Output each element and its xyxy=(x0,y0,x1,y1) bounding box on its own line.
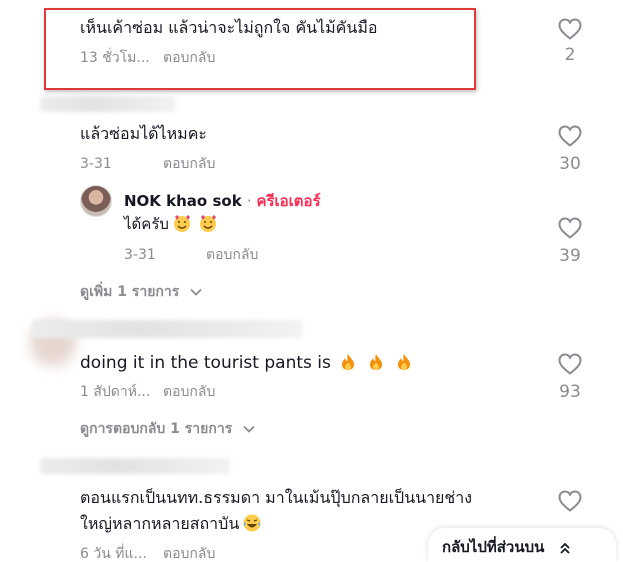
like-button[interactable]: 30 xyxy=(550,125,590,175)
avatar[interactable] xyxy=(80,185,112,217)
double-chevron-up-icon xyxy=(559,542,570,554)
comment-text: ได้ครับ xyxy=(124,213,218,235)
like-count: 93 xyxy=(559,382,581,402)
comment-text: เห็นเค้าซ่อม แล้วน่าจะไม่ถูกใจ คันไม้คัน… xyxy=(80,18,378,37)
smiling-hearts-emoji-icon xyxy=(199,215,216,232)
heart-icon xyxy=(558,125,582,147)
view-more-replies[interactable]: ดูเพิ่ม 1 รายการ xyxy=(80,281,202,303)
comment-text-line1: ตอนแรกเป็นนทท.ธรรมดา มาในเม้นปุ๊บกลายเป็… xyxy=(80,488,473,507)
view-replies-label: ดูการตอบกลับ 1 รายการ xyxy=(80,421,233,437)
like-button[interactable]: 39 xyxy=(550,217,590,267)
comment-time: 3-31 xyxy=(80,156,112,172)
chevron-down-icon xyxy=(190,288,202,296)
reply-button[interactable]: ตอบกลับ xyxy=(163,49,215,67)
comment-text: doing it in the tourist pants is xyxy=(80,352,418,374)
like-count: 2 xyxy=(564,45,576,65)
view-more-label: ดูเพิ่ม 1 รายการ xyxy=(80,284,180,300)
comment-time: 6 วัน ที่แ... xyxy=(80,546,147,562)
comment-time: 3-31 xyxy=(124,247,156,263)
like-button[interactable]: 2 xyxy=(550,18,590,66)
back-to-top-label: กลับไปที่ส่วนบน xyxy=(442,538,545,556)
like-button[interactable] xyxy=(550,490,590,512)
heart-icon xyxy=(558,18,582,40)
comment-time: 13 ชั่วโม... xyxy=(80,50,150,66)
fire-emoji-icon xyxy=(369,354,382,370)
comment-body: ใหญ่หลากหลายสถาบัน xyxy=(80,514,240,533)
blurred-username xyxy=(40,458,230,474)
like-button[interactable]: 93 xyxy=(550,353,590,403)
blurred-username xyxy=(40,96,175,112)
comment-body: doing it in the tourist pants is xyxy=(80,353,331,373)
like-count: 39 xyxy=(559,246,581,266)
heart-icon xyxy=(558,217,582,239)
comment-text-line2: ใหญ่หลากหลายสถาบัน xyxy=(80,513,262,535)
blurred-username xyxy=(32,320,302,338)
reply-button[interactable]: ตอบกลับ xyxy=(163,155,215,173)
reply-button[interactable]: ตอบกลับ xyxy=(163,545,215,562)
laughing-emoji-icon xyxy=(243,514,261,532)
creator-badge: ครีเอเตอร์ xyxy=(256,192,321,210)
smiling-hearts-emoji-icon xyxy=(173,215,190,232)
like-count: 30 xyxy=(559,154,581,174)
view-replies[interactable]: ดูการตอบกลับ 1 รายการ xyxy=(80,418,255,440)
reply-text: ได้ครับ xyxy=(124,215,169,233)
fire-emoji-icon xyxy=(397,354,410,370)
chevron-down-icon xyxy=(243,425,255,433)
reply-button[interactable]: ตอบกลับ xyxy=(206,246,258,264)
back-to-top-button[interactable]: กลับไปที่ส่วนบน xyxy=(428,528,616,562)
reply-author[interactable]: NOK khao sok · ครีเอเตอร์ xyxy=(124,189,321,213)
comment-text: แล้วซ่อมได้ไหมคะ xyxy=(80,124,207,143)
author-name: NOK khao sok xyxy=(124,192,242,210)
heart-icon xyxy=(558,353,582,375)
comment-time: 1 สัปดาห์... xyxy=(80,384,151,400)
heart-icon xyxy=(558,490,582,512)
fire-emoji-icon xyxy=(341,354,354,370)
reply-button[interactable]: ตอบกลับ xyxy=(163,383,215,401)
